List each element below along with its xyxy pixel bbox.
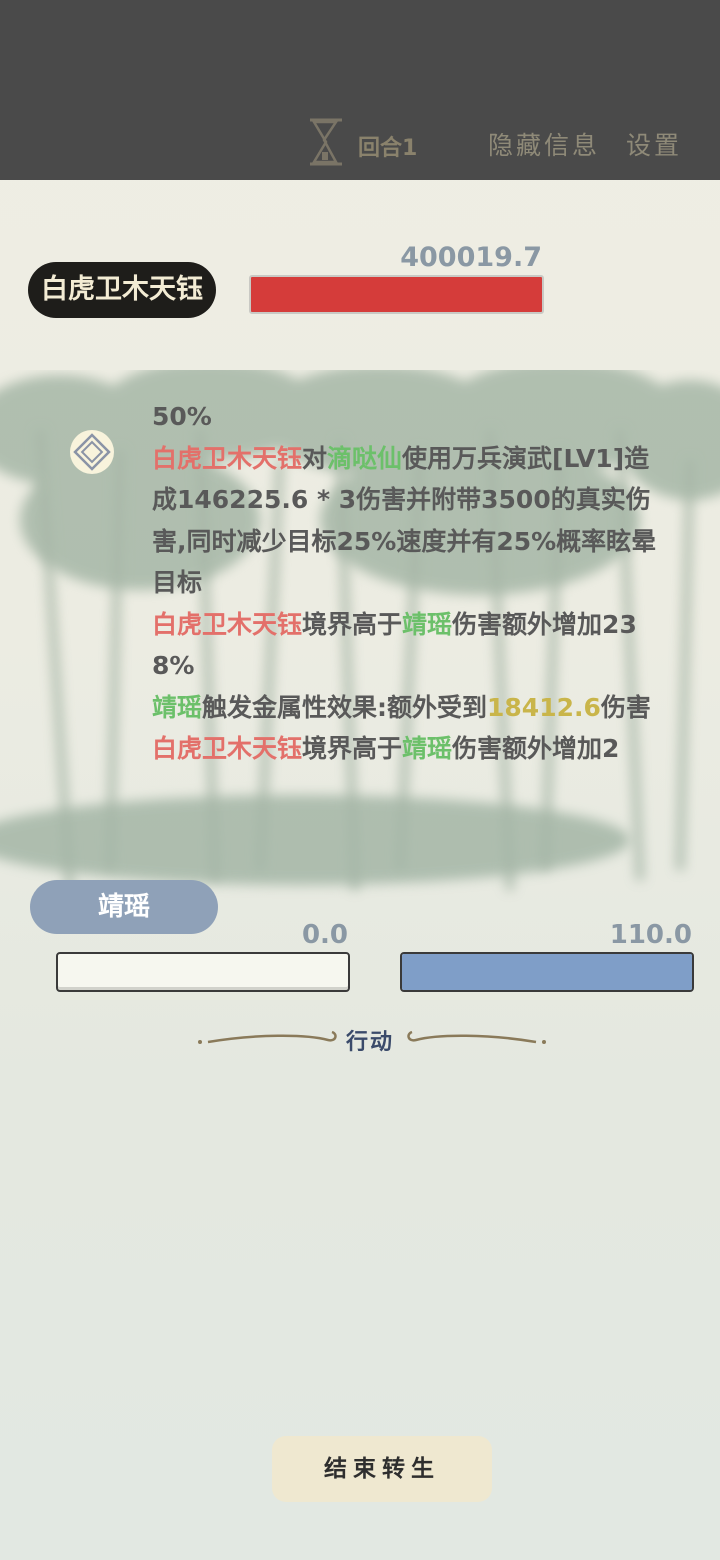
log-actor: 白虎卫木天钰 (152, 443, 303, 473)
log-target: 靖瑶 (402, 734, 453, 763)
log-target: 靖瑶 (402, 609, 453, 639)
enemy-hp-bar (249, 275, 544, 314)
log-value: 18412.6 (487, 692, 601, 722)
log-entry: 白虎卫木天钰境界高于靖瑶伤害额外增加238% (152, 604, 672, 687)
round-counter: 回合1 (358, 136, 418, 161)
log-text: 伤害额外增加2 (452, 734, 620, 763)
battle-log: 50% 白虎卫木天钰对滴哒仙使用万兵演武[LV1]造成146225.6 * 3伤… (152, 396, 672, 770)
player-mp-fill (402, 954, 692, 990)
log-text: 境界高于 (302, 734, 403, 763)
log-text: 对 (302, 443, 328, 473)
log-text: 境界高于 (302, 609, 403, 639)
player-hp-bar (56, 952, 350, 992)
enemy-hp-value: 400019.7 (400, 242, 542, 273)
hourglass-icon (310, 118, 342, 166)
log-actor: 白虎卫木天钰 (152, 609, 303, 639)
hide-info-button[interactable]: 隐藏信息 (488, 126, 600, 162)
log-target: 滴哒仙 (327, 443, 403, 473)
player-mp-value: 110.0 (609, 920, 692, 950)
settings-button[interactable]: 设置 (626, 126, 682, 162)
top-bar: 回合1 隐藏信息 设置 (0, 0, 720, 180)
player-hp-value: 0.0 (301, 920, 348, 950)
log-actor: 靖瑶 (152, 692, 203, 722)
enemy-name-badge: 白虎卫木天钰 (28, 262, 216, 318)
log-text: 伤害 (600, 692, 651, 722)
log-text: 触发金属性效果:额外受到 (202, 692, 488, 722)
end-rebirth-button[interactable]: 结束转生 (272, 1436, 492, 1502)
enemy-hp-fill (251, 277, 542, 312)
action-label: 行动 (346, 1029, 395, 1055)
log-line: 50% (152, 402, 212, 431)
log-entry: 白虎卫木天钰对滴哒仙使用万兵演武[LV1]造成146225.6 * 3伤害并附带… (152, 438, 672, 604)
diamond-icon (70, 430, 114, 474)
log-entry: 白虎卫木天钰境界高于靖瑶伤害额外增加2 (152, 728, 672, 770)
log-entry: 靖瑶触发金属性效果:额外受到18412.6伤害 (152, 687, 672, 729)
player-mp-bar (400, 952, 694, 992)
log-actor: 白虎卫木天钰 (152, 734, 303, 763)
